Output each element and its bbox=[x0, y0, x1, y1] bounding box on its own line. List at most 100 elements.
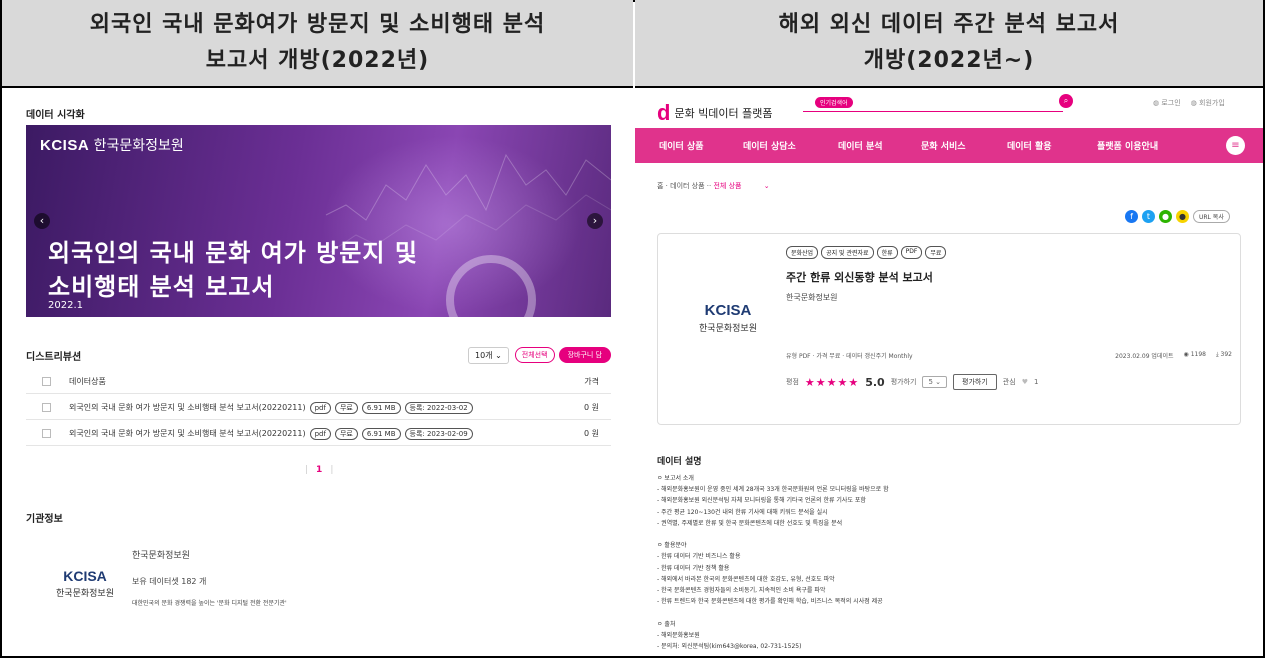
twitter-icon[interactable]: t bbox=[1142, 210, 1155, 223]
description-line: - 한류 데이터 기반 비즈니스 활용 bbox=[657, 553, 741, 561]
rate-button[interactable]: 평가하기 bbox=[953, 374, 997, 390]
nav-platform-guide[interactable]: 플랫폼 이용안내 bbox=[1097, 139, 1158, 152]
nav-data-consult[interactable]: 데이터 상담소 bbox=[743, 139, 796, 152]
page-1-button[interactable]: 1 bbox=[316, 465, 322, 475]
chip-hallyu[interactable]: 한류 bbox=[876, 246, 898, 259]
pagination: | 1 | bbox=[305, 465, 334, 475]
description-line: - 한류 트렌드와 한국 문화콘텐츠에 대한 평가를 확인해 학습, 비즈니스 … bbox=[657, 598, 883, 606]
row-checkbox[interactable] bbox=[42, 403, 51, 412]
rating-score: 5.0 bbox=[865, 375, 885, 389]
menu-icon[interactable]: ≡ bbox=[1226, 136, 1245, 155]
chip-pdf[interactable]: PDF bbox=[900, 246, 923, 259]
description-line: - 한류 데이터 기반 정책 활용 bbox=[657, 564, 730, 572]
banner-title-line1: 외국인의 국내 문화 여가 방문지 및 bbox=[48, 239, 418, 267]
interest-label: 관심 bbox=[1002, 378, 1016, 386]
distribution-toolbar: 디스트리뷰션 10개 ⌄ 전체선택 장바구니 담 bbox=[26, 344, 611, 366]
search-icon[interactable]: ⌕ bbox=[1059, 94, 1073, 108]
signup-link[interactable]: ◍ 회원가입 bbox=[1191, 98, 1225, 108]
org-name: 한국문화정보원 bbox=[132, 551, 190, 561]
download-count: ⤓ 392 bbox=[1215, 351, 1232, 358]
right-header-line1: 해외 외신 데이터 주간 분석 보고서 bbox=[778, 12, 1120, 37]
share-buttons: f t ● ● URL 복사 bbox=[1125, 210, 1230, 223]
nav-data-analysis[interactable]: 데이터 분석 bbox=[838, 139, 883, 152]
download-icon: ⤓ bbox=[1215, 351, 1219, 358]
col-product: 데이터상품 bbox=[69, 377, 106, 386]
kcisa-logo: KCISA 한국문화정보원 bbox=[50, 568, 120, 599]
breadcrumb-home[interactable]: 홈 bbox=[657, 182, 663, 190]
data-viz-title: 데이터 시각화 bbox=[26, 110, 85, 121]
product-stats: 2023.02.09 업데이트 ◉ 1198 ⤓ 392 bbox=[1115, 351, 1232, 360]
description-line: - 해외문화홍보원이 운영 중인 세계 28개국 33개 한국문화원의 언론 모… bbox=[657, 486, 889, 494]
right-header: 해외 외신 데이터 주간 분석 보고서 개방(2022년~) bbox=[635, 0, 1263, 88]
format-tag: pdf bbox=[309, 427, 331, 440]
add-cart-button[interactable]: 장바구니 담 bbox=[558, 347, 611, 363]
right-header-line2: 개방(2022년~) bbox=[863, 48, 1035, 73]
banner-logo-en: KCISA bbox=[40, 137, 90, 154]
platform-logo[interactable]: d 문화 빅데이터 플랫폼 bbox=[657, 100, 773, 126]
product-meta: 유형 PDF · 가격 무료 · 데이터 갱신주기 Monthly bbox=[786, 353, 913, 360]
left-header-line1: 외국인 국내 문화여가 방문지 및 소비행태 분석 bbox=[89, 12, 546, 37]
platform-name: 문화 빅데이터 플랫폼 bbox=[674, 107, 773, 120]
banner-logo-ko: 한국문화정보원 bbox=[93, 138, 184, 154]
top-links: ◍ 로그인 ◍ 회원가입 bbox=[1153, 98, 1225, 108]
left-header: 외국인 국내 문화여가 방문지 및 소비행태 분석 보고서 개방(2022년) bbox=[2, 0, 633, 88]
description-line: - 해외문화홍보원 bbox=[657, 631, 700, 639]
search-bar[interactable]: 인기검색어 ⌕ bbox=[803, 94, 1073, 112]
date-tag: 등록: 2023-02-09 bbox=[404, 427, 473, 440]
description-line: - 해외문화홍보원 외신분석팀 자체 모니터링을 통해 기타국 언론의 한류 기… bbox=[657, 497, 866, 505]
format-tag: pdf bbox=[309, 401, 331, 414]
table-row[interactable]: 외국인의 국내 문화 여가 방문지 및 소비행태 분석 보고서(20220211… bbox=[26, 422, 611, 446]
size-tag: 6.91 MB bbox=[361, 427, 401, 440]
banner-logo: KCISA 한국문화정보원 bbox=[40, 135, 184, 155]
page-size-select[interactable]: 10개 ⌄ bbox=[468, 346, 509, 364]
product-name: 외국인의 국내 문화 여가 방문지 및 소비행태 분석 보고서(20220211… bbox=[69, 403, 306, 412]
col-price: 가격 bbox=[584, 377, 599, 386]
select-all-button[interactable]: 전체선택 bbox=[514, 347, 555, 363]
banner-prev-button[interactable]: ‹ bbox=[34, 213, 50, 229]
row-price: 0 원 bbox=[584, 403, 599, 412]
rate-select[interactable]: 5 ⌄ bbox=[922, 376, 948, 388]
breadcrumb: 홈 · 데이터 상품 ·· 전체 상품 ⌄ bbox=[657, 182, 770, 190]
login-link[interactable]: ◍ 로그인 bbox=[1153, 98, 1181, 108]
description-line: - 해외에서 바라본 한국의 문화콘텐츠에 대한 호감도, 유형, 선호도 파악 bbox=[657, 575, 835, 583]
heart-icon[interactable]: ♥ bbox=[1022, 378, 1028, 386]
nav-data-products[interactable]: 데이터 상품 bbox=[659, 139, 704, 152]
product-card: KCISA 한국문화정보원 문화산업 공지 및 관련자료 한류 PDF 무료 주… bbox=[657, 233, 1241, 425]
price-tag: 무료 bbox=[334, 427, 358, 440]
description-line: - 권역별, 주제별로 한류 및 한국 문화콘텐츠에 대한 선호도 및 특징을 … bbox=[657, 519, 843, 527]
nav-data-use[interactable]: 데이터 활용 bbox=[1007, 139, 1052, 152]
breadcrumb-current[interactable]: 전체 상품 bbox=[713, 182, 741, 190]
facebook-icon[interactable]: f bbox=[1125, 210, 1138, 223]
banner-date: 2022.1 bbox=[48, 300, 83, 311]
product-name: 외국인의 국내 문화 여가 방문지 및 소비행태 분석 보고서(20220211… bbox=[69, 429, 306, 438]
banner-next-button[interactable]: › bbox=[587, 213, 603, 229]
kcisa-logo: KCISA 한국문화정보원 bbox=[688, 302, 768, 334]
url-copy-button[interactable]: URL 복사 bbox=[1193, 210, 1230, 223]
popular-keyword-tag[interactable]: 인기검색어 bbox=[815, 97, 853, 108]
hero-banner: KCISA 한국문화정보원 ‹ › 외국인의 국내 문화 여가 방문지 및 소비… bbox=[26, 125, 611, 317]
org-logo-ko: 한국문화정보원 bbox=[56, 589, 114, 599]
chip-notice[interactable]: 공지 및 관련자료 bbox=[821, 246, 874, 259]
description-line: ㅇ 활용분야 bbox=[657, 542, 687, 550]
row-checkbox[interactable] bbox=[42, 429, 51, 438]
breadcrumb-category[interactable]: 데이터 상품 bbox=[670, 182, 704, 190]
chip-free[interactable]: 무료 bbox=[925, 246, 947, 259]
rating-label: 평점 bbox=[786, 378, 799, 386]
date-tag: 등록: 2022-03-02 bbox=[404, 401, 473, 414]
product-publisher: 한국문화정보원 bbox=[786, 293, 838, 302]
main-nav: 데이터 상품 데이터 상담소 데이터 분석 문화 서비스 데이터 활용 플랫폼 … bbox=[635, 128, 1263, 163]
nav-culture-service[interactable]: 문화 서비스 bbox=[921, 139, 966, 152]
description-line: - 문의처: 외신분석팀(kim643@korea, 02-731-1525) bbox=[657, 643, 802, 650]
size-tag: 6.91 MB bbox=[361, 401, 401, 414]
table-header-row: 데이터상품 가격 bbox=[26, 370, 611, 394]
select-all-checkbox[interactable] bbox=[42, 377, 51, 386]
left-header-line2: 보고서 개방(2022년) bbox=[205, 48, 430, 73]
line-icon[interactable]: ● bbox=[1159, 210, 1172, 223]
kakao-icon[interactable]: ● bbox=[1176, 210, 1189, 223]
rating-row: 평점 ★★★★★ 5.0 평가하기 5 ⌄ 평가하기 관심 ♥ 1 bbox=[786, 374, 1038, 390]
chip-culture-industry[interactable]: 문화산업 bbox=[786, 246, 819, 259]
org-dataset-count: 보유 데이터셋 182 개 bbox=[132, 577, 207, 586]
description-line: ㅇ 보고서 소개 bbox=[657, 475, 694, 482]
chevron-down-icon[interactable]: ⌄ bbox=[764, 182, 770, 190]
table-row[interactable]: 외국인의 국내 문화 여가 방문지 및 소비행태 분석 보고서(20220211… bbox=[26, 396, 611, 420]
